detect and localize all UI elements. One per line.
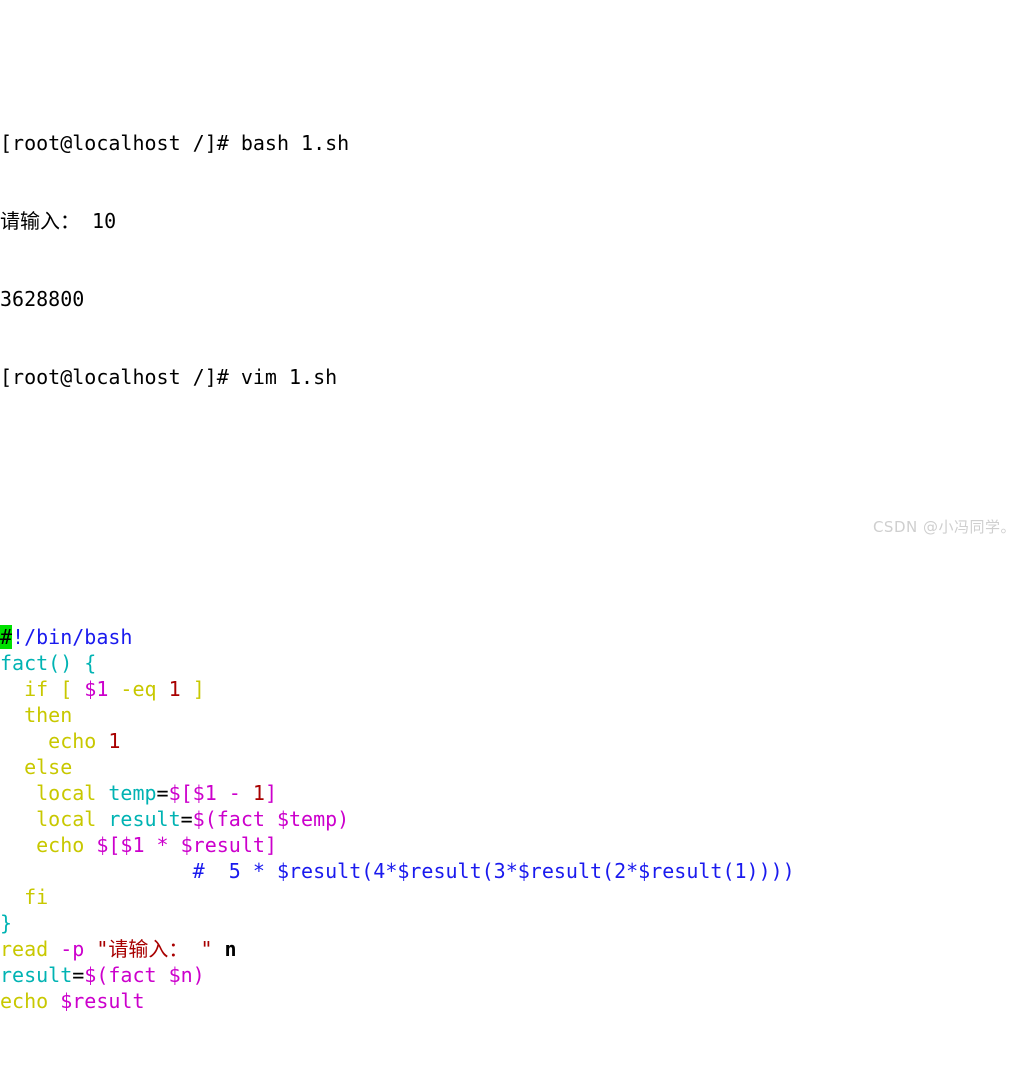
vim-token: local	[0, 781, 109, 805]
vim-token: $[$1 -	[168, 781, 253, 805]
vim-token: echo	[0, 833, 97, 857]
vim-token: read	[0, 937, 61, 961]
shell-output-region: [root@localhost /]# bash 1.sh 请输入： 10 36…	[0, 78, 1030, 442]
vim-token: 1	[108, 729, 121, 753]
vim-line-fi[interactable]: fi	[0, 884, 1030, 910]
vim-token: result	[108, 807, 181, 831]
vim-token: =	[72, 963, 85, 987]
vim-token: temp	[108, 781, 157, 805]
vim-token: $1	[84, 677, 109, 701]
vim-line-comment-expansion[interactable]: # 5 * $result(4*$result(3*$result(2*$res…	[0, 858, 1030, 884]
vim-token: n	[212, 937, 237, 961]
shell-line: 请输入： 10	[0, 209, 117, 233]
vim-line-local-result[interactable]: local result=$(fact $temp)	[0, 806, 1030, 832]
vim-token: -eq	[108, 677, 169, 701]
vim-token: fi	[0, 885, 49, 909]
vim-line-function-decl[interactable]: fact() {	[0, 650, 1030, 676]
vim-token: $(fact $temp)	[192, 807, 350, 831]
csdn-watermark: CSDN @小冯同学。	[872, 518, 1016, 536]
vim-line-read-prompt[interactable]: read -p "请输入： " n	[0, 936, 1030, 962]
vim-line-then[interactable]: then	[0, 702, 1030, 728]
shell-line: [root@localhost /]# vim 1.sh	[0, 365, 338, 389]
vim-token: then	[0, 703, 73, 727]
vim-cursor: #	[0, 625, 13, 649]
vim-token: $(fact $n)	[84, 963, 205, 987]
vim-line-echo-one[interactable]: echo 1	[0, 728, 1030, 754]
vim-token: result	[0, 963, 73, 987]
vim-token: }	[0, 911, 13, 935]
vim-token: "请输入： "	[96, 937, 213, 961]
vim-line-assign-result[interactable]: result=$(fact $n)	[0, 962, 1030, 988]
vim-token: =	[156, 781, 169, 805]
vim-token: -p	[60, 937, 85, 961]
vim-token: !/bin/bash	[12, 625, 133, 649]
shell-line: [root@localhost /]# bash 1.sh	[0, 131, 350, 155]
vim-token: else	[0, 755, 73, 779]
vim-token: =	[180, 807, 193, 831]
vim-line-echo-product[interactable]: echo $[$1 * $result]	[0, 832, 1030, 858]
vim-token: 1	[168, 677, 181, 701]
vim-line-shebang[interactable]: #!/bin/bash	[0, 624, 1030, 650]
vim-line-function-close[interactable]: }	[0, 910, 1030, 936]
vim-line-local-temp[interactable]: local temp=$[$1 - 1]	[0, 780, 1030, 806]
vim-token: fact() {	[0, 651, 97, 675]
vim-token: echo	[0, 729, 109, 753]
vim-line-if-test[interactable]: if [ $1 -eq 1 ]	[0, 676, 1030, 702]
vim-token	[84, 937, 96, 961]
vim-token: 1	[252, 781, 265, 805]
vim-token: if [	[0, 677, 85, 701]
terminal-window[interactable]: [root@localhost /]# bash 1.sh 请输入： 10 36…	[0, 0, 1030, 1013]
shell-line: 3628800	[0, 287, 85, 311]
vim-token: echo	[0, 989, 61, 1013]
vim-token: # 5 * $result(4*$result(3*$result(2*$res…	[0, 859, 795, 883]
vim-token: ]	[264, 781, 277, 805]
vim-token: ]	[180, 677, 205, 701]
vim-token: local	[0, 807, 109, 831]
vim-token: $result	[60, 989, 145, 1013]
vim-line-else[interactable]: else	[0, 754, 1030, 780]
vim-token: $[$1 * $result]	[96, 833, 277, 857]
vim-line-echo-result[interactable]: echo $result	[0, 988, 1030, 1014]
vim-buffer[interactable]: #!/bin/bash fact() { if [ $1 -eq 1 ] then…	[0, 624, 1030, 1014]
